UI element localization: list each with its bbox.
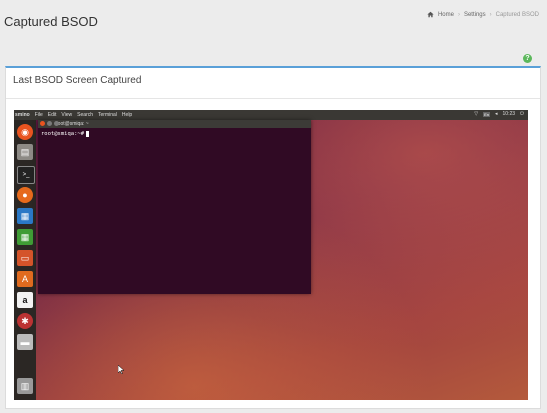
window-controls [40, 121, 59, 126]
breadcrumb-separator: › [489, 11, 492, 18]
desktop-topbar: smino File Edit View Search Terminal Hel… [14, 110, 528, 120]
prompt-text: root@smiqa:~# [41, 131, 85, 137]
topbar-menu-search: Search [77, 112, 94, 118]
topbar-app-name: smino [15, 112, 30, 118]
terminal-icon: >_ [17, 166, 35, 184]
launcher: ◉ ▤ >_ ● ▦ ▦ ▭ A a ✱ ▬ ▥ [14, 120, 36, 400]
panel-header: Last BSOD Screen Captured [6, 68, 540, 99]
topbar-indicators: ▽ En ◂ 10:23 ⏻ [474, 111, 524, 117]
calc-icon: ▦ [17, 229, 33, 245]
topbar-menu-file: File [34, 112, 43, 118]
breadcrumb-home[interactable]: Home [438, 12, 454, 18]
topbar-menu-view: View [61, 112, 73, 118]
impress-icon: ▭ [17, 250, 33, 266]
writer-icon: ▦ [17, 208, 33, 224]
files-icon: ▤ [17, 144, 33, 160]
close-icon [40, 121, 45, 126]
software-center-icon: A [17, 271, 33, 287]
terminal-prompt: root@smiqa:~# [41, 131, 311, 137]
breadcrumb-current: Captured BSOD [495, 11, 539, 18]
clock: 10:23 [502, 111, 516, 117]
terminal-window: root@smiqa: ~ root@smiqa:~# [38, 120, 311, 294]
minimize-icon [47, 121, 52, 126]
mouse-pointer-icon [118, 365, 124, 374]
speaker-icon: ◂ [495, 111, 498, 117]
breadcrumb-settings[interactable]: Settings [464, 12, 486, 18]
home-icon[interactable] [427, 11, 434, 18]
panel-title: Last BSOD Screen Captured [13, 75, 142, 86]
topbar-menu-edit: Edit [47, 112, 57, 118]
help-icon[interactable]: ? [523, 54, 532, 63]
topbar-menu-help: Help [121, 112, 133, 118]
topbar-menu-terminal: Terminal [98, 112, 117, 118]
maximize-icon [54, 121, 59, 126]
drive-icon: ▬ [17, 334, 33, 350]
bsod-screenshot: smino File Edit View Search Terminal Hel… [14, 110, 528, 400]
breadcrumb-separator: › [457, 11, 460, 18]
terminal-titlebar: root@smiqa: ~ [38, 120, 311, 128]
breadcrumb: Home › Settings › Captured BSOD [427, 11, 539, 18]
topbar-menu: smino File Edit View Search Terminal Hel… [15, 112, 132, 118]
settings-icon: ✱ [17, 313, 33, 329]
amazon-icon: a [17, 292, 33, 308]
terminal-title: root@smiqa: ~ [56, 121, 89, 127]
page-title: Captured BSOD [4, 14, 98, 29]
trash-icon: ▥ [17, 378, 33, 394]
ubuntu-dash-icon: ◉ [17, 124, 33, 140]
network-icon: ▽ [474, 111, 479, 117]
text-cursor [86, 131, 90, 137]
power-icon: ⏻ [520, 111, 524, 117]
bsod-panel: Last BSOD Screen Captured smino File Edi… [5, 66, 541, 409]
keyboard-indicator: En [483, 111, 490, 117]
firefox-icon: ● [17, 187, 33, 203]
